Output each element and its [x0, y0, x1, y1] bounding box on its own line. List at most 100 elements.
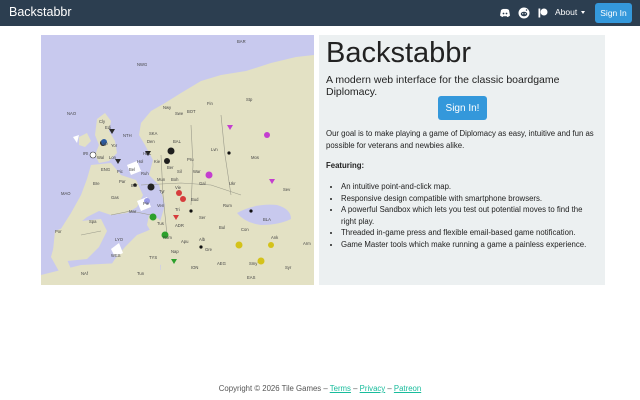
- nav-sign-in-button[interactable]: Sign In: [595, 3, 632, 23]
- map-label-den: Den: [147, 139, 155, 144]
- map-label-tun: Tun: [137, 271, 145, 276]
- terms-link[interactable]: Terms: [330, 384, 351, 393]
- map-label-lvp: Lvp: [101, 141, 108, 146]
- map-label-rom: Rom: [163, 235, 172, 240]
- footer-separator: –: [387, 384, 392, 393]
- map-label-gre: Gre: [205, 247, 213, 252]
- map-label-hel: HEL: [143, 151, 152, 156]
- map-label-ank: Ank: [271, 235, 279, 240]
- map-label-bal: BAL: [173, 139, 182, 144]
- hero-panel: Backstabbr A modern web interface for th…: [319, 35, 605, 285]
- featuring-heading: Featuring:: [326, 161, 365, 170]
- footer-separator: –: [353, 384, 358, 393]
- page-title: Backstabbr: [326, 37, 472, 69]
- list-item: Responsive design compatible with smartp…: [341, 193, 599, 205]
- navbar: Backstabbr About Sign In: [0, 0, 640, 26]
- map-label-eng: ENG: [101, 167, 110, 172]
- brand-logo[interactable]: Backstabbr: [9, 5, 72, 19]
- map-label-bul: Bul: [219, 225, 225, 230]
- map-label-swe: Swe: [175, 111, 184, 116]
- map-label-yor: Yor: [111, 143, 118, 148]
- map-label-tri: Tri: [175, 207, 180, 212]
- map-label-ber: Ber: [167, 165, 174, 170]
- map-label-sil: Sil: [177, 169, 182, 174]
- reddit-icon[interactable]: [518, 7, 530, 19]
- map-label-bla: BLA: [263, 217, 271, 222]
- map-label-apu: Apu: [181, 239, 189, 244]
- map-label-adr: ADR: [175, 223, 184, 228]
- feature-list: An intuitive point-and-click map. Respon…: [341, 181, 599, 251]
- map-label-smy: Smy: [249, 261, 258, 266]
- map-label-ukr: Ukr: [229, 181, 236, 186]
- map-label-con: Con: [241, 227, 249, 232]
- map-label-ska: SKA: [149, 131, 158, 136]
- map-label-bar: BAR: [237, 39, 246, 44]
- map-label-ven: Ven: [157, 203, 165, 208]
- map-label-tyr: Tyr: [159, 189, 165, 194]
- map-label-eas: EAS: [247, 275, 256, 280]
- map-label-gal: Gal: [199, 181, 206, 186]
- copyright-text: Copyright © 2026 Tile Games –: [218, 384, 328, 393]
- map-label-sev: Sev: [283, 187, 291, 192]
- diplomacy-map: BAR NWG NAO NTH SKA Den Swe Nwy BOT Fin …: [41, 35, 314, 285]
- map-label-cly: Cly: [99, 119, 106, 124]
- patreon-icon[interactable]: [537, 7, 549, 19]
- map-label-nao: NAO: [67, 111, 77, 116]
- map-label-rum: Rum: [223, 203, 232, 208]
- map-label-nap: Nap: [171, 249, 179, 254]
- map-label-naf: NAf: [81, 271, 89, 276]
- map-label-nth: NTH: [123, 133, 132, 138]
- map-label-syr: Syr: [285, 265, 292, 270]
- map-label-lvn: Lvn: [211, 147, 218, 152]
- goal-paragraph: Our goal is to make playing a game of Di…: [326, 129, 594, 150]
- hero-sign-in-button[interactable]: Sign In!: [438, 96, 487, 120]
- map-label-mao: MAO: [61, 191, 71, 196]
- map-label-pie: Pie: [143, 201, 150, 206]
- map-label-vie: Vie: [175, 185, 182, 190]
- map-label-nwg: NWG: [137, 62, 147, 67]
- map-label-hol: Hol: [137, 159, 143, 164]
- map-label-bre: Bre: [93, 181, 100, 186]
- map-label-bud: Bud: [191, 197, 199, 202]
- map-label-war: War: [193, 169, 201, 174]
- map-label-tys: TYS: [149, 255, 157, 260]
- map-image: BAR NWG NAO NTH SKA Den Swe Nwy BOT Fin …: [41, 35, 314, 285]
- patreon-link[interactable]: Patreon: [394, 384, 421, 393]
- map-label-par: Par: [119, 179, 126, 184]
- map-label-ser: Ser: [199, 215, 206, 220]
- map-label-kie: Kie: [154, 159, 161, 164]
- map-label-aeg: AEG: [217, 261, 226, 266]
- map-label-por: Por: [55, 229, 62, 234]
- list-item: Threaded in-game press and flexible emai…: [341, 227, 599, 239]
- map-label-ruh: Ruh: [141, 171, 149, 176]
- map-label-nwy: Nwy: [163, 105, 172, 110]
- map-label-gas: Gas: [111, 195, 119, 200]
- map-label-pic: Pic: [117, 169, 123, 174]
- map-label-bel: Bel: [129, 167, 135, 172]
- map-label-tus: Tus: [157, 221, 164, 226]
- list-item: A powerful Sandbox which lets you test o…: [341, 204, 599, 227]
- map-label-pru: Pru: [187, 157, 194, 162]
- map-label-bot: BOT: [187, 109, 196, 114]
- map-label-lon: Lon: [109, 155, 117, 160]
- about-label: About: [555, 7, 578, 17]
- map-label-ion: ION: [191, 265, 198, 270]
- map-label-bur: Bur: [131, 183, 138, 188]
- map-label-alb: Alb: [199, 237, 206, 242]
- map-label-arm: Arm: [303, 241, 311, 246]
- map-label-mun: Mun: [157, 177, 166, 182]
- map-label-edi: Edi: [105, 125, 111, 130]
- footer: Copyright © 2026 Tile Games – Terms – Pr…: [0, 384, 640, 393]
- map-label-lyo: LYO: [115, 237, 124, 242]
- map-label-wal: Wal: [97, 155, 104, 160]
- map-label-mos: Mos: [251, 155, 259, 160]
- list-item: Game Master tools which make running a g…: [341, 239, 599, 251]
- about-menu[interactable]: About: [555, 7, 586, 17]
- map-label-mar: Mar: [129, 209, 137, 214]
- caret-down-icon: [581, 10, 586, 14]
- map-label-iri: IRI: [83, 151, 88, 156]
- list-item: An intuitive point-and-click map.: [341, 181, 599, 193]
- privacy-link[interactable]: Privacy: [360, 384, 386, 393]
- map-label-stp: Stp: [246, 97, 253, 102]
- discord-icon[interactable]: [499, 7, 511, 19]
